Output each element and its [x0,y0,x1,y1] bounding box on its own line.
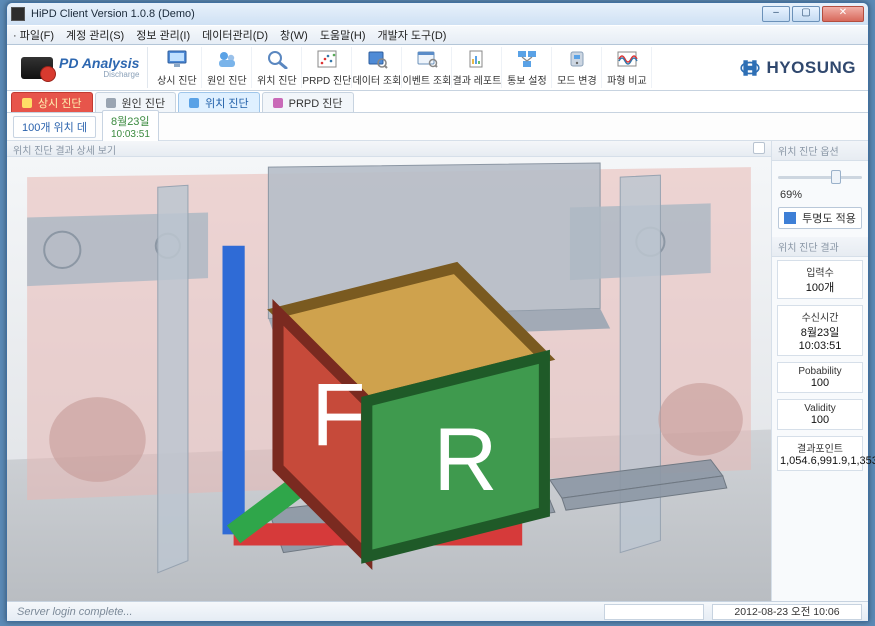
side-panel: 위치 진단 옵션 69% 투명도 적용 위치 진단 결과 입력수100개 수신시… [772,141,868,601]
tool-cause[interactable]: 원인 진단 [202,47,252,88]
panel-options-header: 위치 진단 옵션 [772,141,868,161]
tool-realtime[interactable]: 상시 진단 [152,47,202,88]
tab-prpd[interactable]: PRPD 진단 [262,92,354,112]
monitor-icon [165,48,189,70]
tab-cause[interactable]: 원인 진단 [95,92,177,112]
svg-text:R: R [433,410,497,509]
kv-input-count: 입력수100개 [777,260,863,299]
menu-window[interactable]: 창(W) [280,27,308,43]
menu-devtools[interactable]: 개발자 도구(D) [378,27,447,43]
tab-location[interactable]: 위치 진단 [178,92,260,112]
brand-subtitle: Discharge [59,70,139,79]
status-bar: Server login complete... 2012-08-23 오전 1… [7,601,868,621]
opacity-value: 69% [772,189,868,205]
time-chip[interactable]: 8월23일 10:03:51 [102,110,159,143]
brand: PD Analysis Discharge [13,47,148,88]
window-title: HiPD Client Version 1.0.8 (Demo) [31,8,762,20]
tool-report[interactable]: 결과 레포트 [452,47,502,88]
company-logo: HYOSUNG [733,47,862,88]
tool-notify[interactable]: 통보 설정 [502,47,552,88]
body: 위치 진단 결과 상세 보기 [7,141,868,601]
window-search-icon [415,48,439,70]
tool-waveform[interactable]: 파형 비교 [602,47,652,88]
menu-help[interactable]: 도움말(H) [320,27,366,43]
brand-icon [21,57,53,79]
scatter-icon [315,48,339,70]
tool-eventquery[interactable]: 이벤트 조회 [402,47,452,88]
info-row: 100개 위치 데 8월23일 10:03:51 [7,113,868,141]
app-icon [11,7,25,21]
close-button[interactable]: ✕ [822,6,864,22]
viewport-title: 위치 진단 결과 상세 보기 [13,142,116,155]
database-search-icon [365,48,389,70]
network-icon [515,48,539,70]
kv-validity: Validity100 [777,399,863,430]
window-buttons: – ▢ ✕ [762,6,864,22]
svg-text:F: F [311,366,365,465]
tool-location[interactable]: 위치 진단 [252,47,302,88]
company-name: HYOSUNG [767,58,856,78]
people-icon [215,48,239,70]
device-icon [565,48,589,70]
menu-file[interactable]: · 파일(F) [13,27,54,43]
brand-title: PD Analysis [59,56,139,70]
square-icon [784,212,796,224]
report-icon [465,48,489,70]
panel-results-header: 위치 진단 결과 [772,237,868,257]
kv-receive-time: 수신시간8월23일 10:03:51 [777,305,863,356]
search-icon [265,48,289,70]
menu-bar: · 파일(F) 계정 관리(S) 정보 관리(I) 데이터관리(D) 창(W) … [7,25,868,45]
tool-prpd[interactable]: PRPD 진단 [302,47,352,88]
viewport-header: 위치 진단 결과 상세 보기 [7,141,771,157]
toolbar: PD Analysis Discharge 상시 진단 원인 진단 [7,45,868,91]
kv-result-point: 결과포인트1,054.6,991.9,1,353.5 [777,436,863,471]
opacity-slider[interactable] [778,167,862,187]
minimize-button[interactable]: – [762,6,790,22]
status-message: Server login complete... [13,606,137,618]
titlebar: HiPD Client Version 1.0.8 (Demo) – ▢ ✕ [7,3,868,25]
viewport-settings-button[interactable] [753,142,765,154]
kv-probability: Pobability100 [777,362,863,393]
tab-realtime[interactable]: 상시 진단 [11,92,93,112]
hyosung-mark-icon [739,57,761,79]
status-datetime: 2012-08-23 오전 10:06 [712,604,862,620]
tool-mode[interactable]: 모드 변경 [552,47,602,88]
count-chip[interactable]: 100개 위치 데 [13,116,96,138]
view-cube-icon[interactable]: F R [7,157,771,601]
menu-info[interactable]: 정보 관리(I) [136,27,190,43]
waves-icon [615,48,639,70]
viewport-3d[interactable]: F R [7,157,771,601]
maximize-button[interactable]: ▢ [792,6,820,22]
progress-bar [604,604,704,620]
menu-account[interactable]: 계정 관리(S) [66,27,124,43]
main-column: 위치 진단 결과 상세 보기 [7,141,772,601]
app-window: HiPD Client Version 1.0.8 (Demo) – ▢ ✕ ·… [6,2,869,622]
tool-dataquery[interactable]: 데이터 조회 [352,47,402,88]
toolbar-buttons: 상시 진단 원인 진단 위치 진단 PRPD 진단 [152,47,652,88]
menu-data[interactable]: 데이터관리(D) [202,27,268,43]
apply-opacity-button[interactable]: 투명도 적용 [778,207,862,229]
